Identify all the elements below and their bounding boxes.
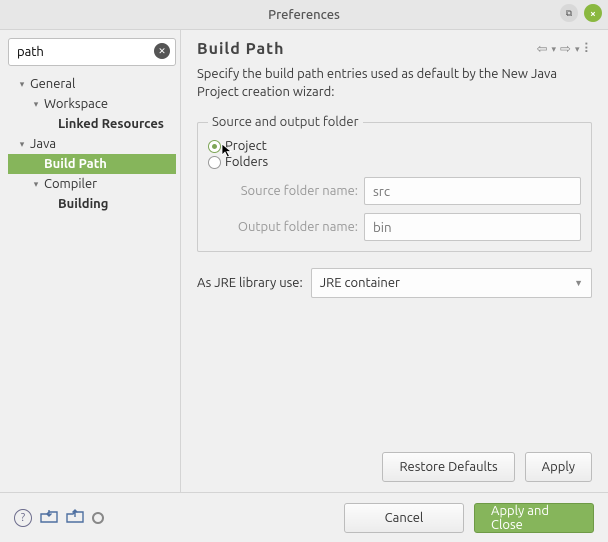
page-description: Specify the build path entries used as d… [197, 66, 592, 101]
fieldset-legend: Source and output folder [208, 115, 363, 129]
tree-item-linked-resources[interactable]: Linked Resources [8, 114, 176, 134]
cancel-button[interactable]: Cancel [344, 503, 464, 533]
apply-button[interactable]: Apply [525, 452, 592, 482]
source-folder-input[interactable] [364, 177, 581, 205]
export-icon[interactable] [66, 509, 84, 526]
help-icon[interactable]: ? [14, 509, 32, 527]
radio-folders-row[interactable]: Folders [208, 155, 581, 169]
output-folder-input[interactable] [364, 213, 581, 241]
preference-tree: ▾General ▾Workspace Linked Resources ▾Ja… [8, 74, 176, 214]
footer-icons: ? [14, 509, 104, 527]
window-controls: ⧉ × [560, 4, 602, 22]
import-icon[interactable] [40, 509, 58, 526]
titlebar: Preferences ⧉ × [0, 0, 608, 30]
dialog-footer: ? Cancel Apply and Close [0, 492, 608, 542]
right-panel: Build Path ⇦▾ ⇨▾ ⠇ Specify the build pat… [181, 30, 608, 492]
source-output-fieldset: Source and output folder Project Folders… [197, 115, 592, 252]
page-title: Build Path [197, 40, 284, 58]
view-menu-icon[interactable]: ⠇ [583, 42, 592, 57]
tree-item-java[interactable]: ▾Java [8, 134, 176, 154]
restore-defaults-button[interactable]: Restore Defaults [382, 452, 514, 482]
jre-select[interactable]: JRE container ▼ [311, 268, 592, 298]
apply-and-close-button[interactable]: Apply and Close [474, 503, 594, 533]
chevron-down-icon: ▼ [574, 278, 583, 288]
back-icon[interactable]: ⇦ [537, 42, 548, 57]
source-folder-row: Source folder name: [208, 177, 581, 205]
radio-project[interactable] [208, 140, 221, 153]
search-input[interactable] [8, 38, 176, 66]
radio-folders[interactable] [208, 156, 221, 169]
radio-project-row[interactable]: Project [208, 139, 581, 153]
source-folder-label: Source folder name: [208, 184, 358, 198]
window-title: Preferences [268, 8, 340, 22]
tree-item-general[interactable]: ▾General [8, 74, 176, 94]
back-menu-icon[interactable]: ▾ [552, 44, 557, 55]
tree-item-building[interactable]: Building [8, 194, 176, 214]
forward-menu-icon[interactable]: ▾ [575, 44, 580, 55]
footer-buttons: Cancel Apply and Close [344, 503, 594, 533]
left-panel: ✕ ▾General ▾Workspace Linked Resources ▾… [0, 30, 181, 492]
search-wrap: ✕ [8, 38, 176, 66]
tree-item-compiler[interactable]: ▾Compiler [8, 174, 176, 194]
close-window-icon[interactable]: × [584, 4, 602, 22]
jre-select-value: JRE container [320, 276, 400, 290]
clear-search-icon[interactable]: ✕ [154, 43, 170, 59]
page-header: Build Path ⇦▾ ⇨▾ ⠇ [197, 40, 592, 58]
jre-row: As JRE library use: JRE container ▼ [197, 268, 592, 298]
output-folder-row: Output folder name: [208, 213, 581, 241]
forward-icon[interactable]: ⇨ [560, 42, 571, 57]
page-nav-icons: ⇦▾ ⇨▾ ⠇ [537, 42, 592, 57]
radio-folders-label: Folders [225, 155, 268, 169]
output-folder-label: Output folder name: [208, 220, 358, 234]
status-dot-icon [92, 512, 104, 524]
radio-project-label: Project [225, 139, 267, 153]
content-area: ✕ ▾General ▾Workspace Linked Resources ▾… [0, 30, 608, 492]
tree-item-workspace[interactable]: ▾Workspace [8, 94, 176, 114]
tree-item-build-path[interactable]: Build Path [8, 154, 176, 174]
page-buttons: Restore Defaults Apply [382, 452, 592, 482]
jre-label: As JRE library use: [197, 276, 303, 290]
restore-window-icon[interactable]: ⧉ [560, 4, 578, 22]
